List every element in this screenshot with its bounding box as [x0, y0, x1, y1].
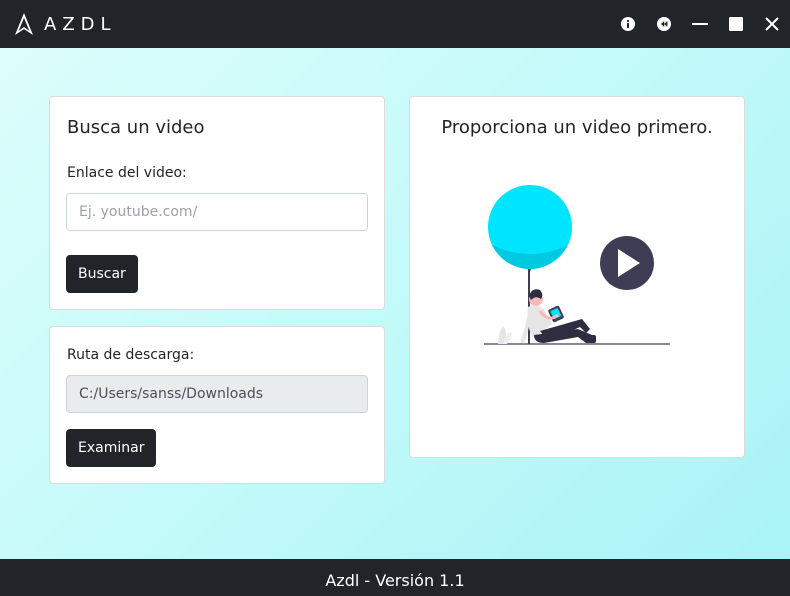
back-icon	[657, 17, 671, 31]
info-icon	[621, 17, 635, 31]
minimize-icon	[692, 23, 708, 25]
azdl-logo-icon	[15, 13, 33, 35]
person-watching-video-illustration	[484, 185, 670, 345]
main-area: Busca un video Enlace del video: Buscar …	[0, 48, 790, 559]
search-card: Busca un video Enlace del video: Buscar	[49, 96, 385, 310]
search-card-title: Busca un video	[67, 117, 205, 138]
maximize-button[interactable]	[718, 0, 754, 48]
download-path-card: Ruta de descarga: Examinar	[49, 326, 385, 484]
video-link-label: Enlace del video:	[67, 165, 187, 181]
browse-button[interactable]: Examinar	[66, 429, 157, 467]
app-name: AZDL	[44, 13, 117, 35]
maximize-icon	[729, 17, 743, 31]
preview-title: Proporciona un video primero.	[441, 117, 713, 138]
video-link-input[interactable]	[66, 193, 368, 231]
title-bar: AZDL	[0, 0, 790, 48]
brand: AZDL	[14, 12, 117, 36]
download-path-input[interactable]	[66, 375, 368, 413]
video-preview-card: Proporciona un video primero.	[409, 96, 745, 458]
footer: Azdl - Versión 1.1	[0, 559, 790, 596]
info-button[interactable]	[610, 0, 646, 48]
search-button[interactable]: Buscar	[66, 255, 138, 293]
minimize-button[interactable]	[682, 0, 718, 48]
back-button[interactable]	[646, 0, 682, 48]
download-path-label: Ruta de descarga:	[67, 347, 195, 363]
window-controls	[610, 0, 790, 48]
close-icon	[765, 17, 779, 31]
close-button[interactable]	[754, 0, 790, 48]
version-text: Azdl - Versión 1.1	[325, 571, 465, 590]
